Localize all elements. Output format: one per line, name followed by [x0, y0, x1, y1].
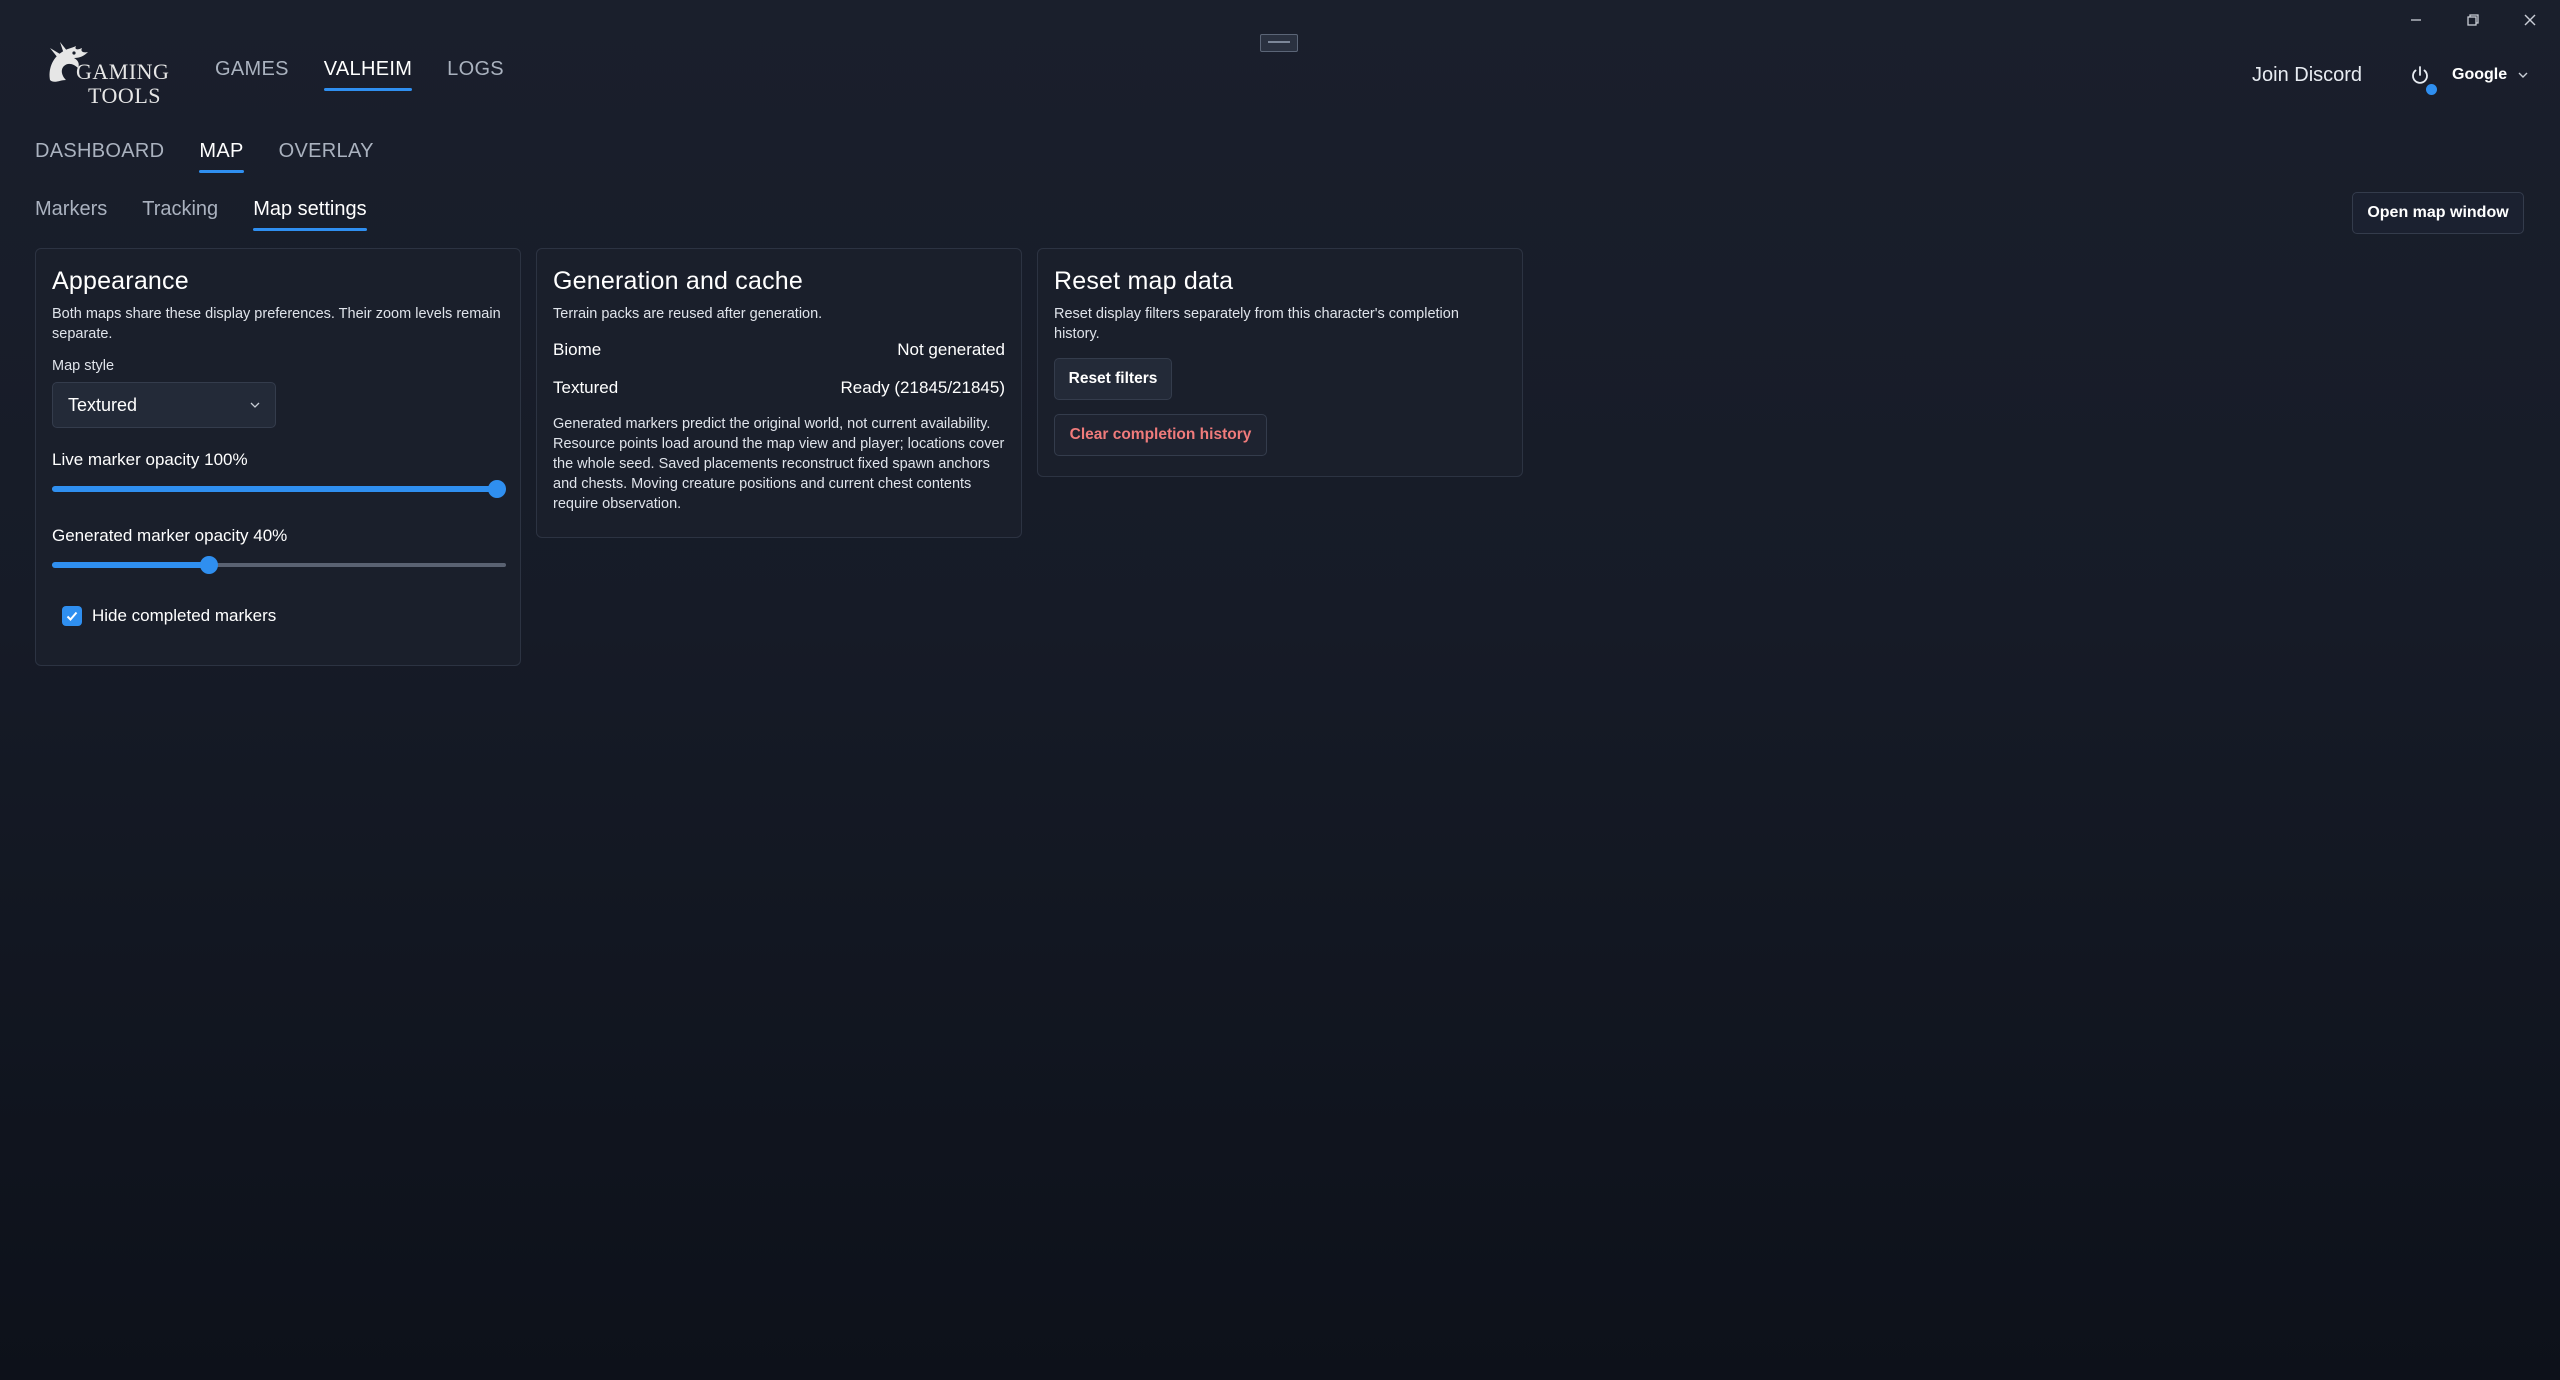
- account-menu[interactable]: Google: [2452, 66, 2529, 84]
- map-style-value: Textured: [68, 394, 138, 415]
- textured-key: Textured: [553, 378, 619, 397]
- tab-map-settings[interactable]: Map settings: [253, 198, 367, 231]
- nav-logs[interactable]: LOGS: [447, 58, 504, 91]
- reset-filters-button[interactable]: Reset filters: [1054, 358, 1172, 400]
- window-drag-handle[interactable]: [1260, 34, 1298, 52]
- map-tabs: Markers Tracking Map settings: [35, 198, 367, 231]
- generated-opacity-slider[interactable]: [52, 554, 506, 576]
- biome-key: Biome: [553, 340, 602, 359]
- tab-tracking[interactable]: Tracking: [142, 198, 218, 231]
- open-map-window-button[interactable]: Open map window: [2352, 192, 2524, 234]
- reset-description: Reset display filters separately from th…: [1054, 306, 1459, 342]
- nav-games[interactable]: GAMES: [215, 58, 289, 91]
- generation-note: Generated markers predict the original w…: [553, 416, 1005, 512]
- reset-card: Reset map data Reset display filters sep…: [1037, 248, 1523, 477]
- live-opacity-label: Live marker opacity 100%: [52, 450, 248, 469]
- hide-completed-checkbox[interactable]: [62, 606, 82, 626]
- slider-thumb[interactable]: [200, 556, 218, 574]
- slider-fill: [52, 486, 497, 492]
- chevron-down-icon: [250, 402, 260, 408]
- restore-icon: [2467, 14, 2479, 26]
- clear-completion-history-button[interactable]: Clear completion history: [1054, 414, 1267, 456]
- biome-row: Biome Not generated: [553, 340, 1005, 360]
- generation-card: Generation and cache Terrain packs are r…: [536, 248, 1022, 538]
- chevron-down-icon: [2518, 72, 2528, 78]
- nav-dashboard[interactable]: DASHBOARD: [35, 140, 164, 173]
- account-name: Google: [2452, 66, 2508, 83]
- logo-text: GAMING TOOLS: [76, 59, 170, 108]
- appearance-card: Appearance Both maps share these display…: [35, 248, 521, 666]
- appearance-title: Appearance: [52, 267, 189, 295]
- hide-completed-toggle[interactable]: Hide completed markers: [62, 606, 504, 626]
- map-style-label: Map style: [52, 358, 115, 374]
- close-button[interactable]: [2510, 8, 2550, 32]
- nav-overlay[interactable]: OVERLAY: [279, 140, 374, 173]
- slider-thumb[interactable]: [488, 480, 506, 498]
- close-icon: [2524, 14, 2536, 26]
- hide-completed-label: Hide completed markers: [92, 606, 277, 625]
- live-opacity-slider[interactable]: [52, 478, 506, 500]
- generation-description: Terrain packs are reused after generatio…: [553, 306, 823, 322]
- restore-button[interactable]: [2453, 8, 2493, 32]
- app-logo: GAMING TOOLS: [44, 40, 169, 110]
- textured-row: Textured Ready (21845/21845): [553, 378, 1005, 398]
- minimize-icon: [2411, 19, 2421, 21]
- section-nav: DASHBOARD MAP OVERLAY: [35, 140, 374, 173]
- checkmark-icon: [66, 611, 78, 621]
- top-nav: GAMES VALHEIM LOGS: [215, 58, 504, 91]
- minimize-button[interactable]: [2396, 8, 2436, 32]
- textured-value: Ready (21845/21845): [840, 378, 1005, 397]
- reset-title: Reset map data: [1054, 267, 1234, 295]
- nav-valheim[interactable]: VALHEIM: [323, 58, 413, 91]
- tab-markers[interactable]: Markers: [35, 198, 107, 231]
- slider-fill: [52, 562, 209, 568]
- biome-value: Not generated: [897, 340, 1005, 359]
- join-discord-link[interactable]: Join Discord: [2252, 64, 2362, 87]
- nav-map[interactable]: MAP: [199, 140, 244, 173]
- map-style-select[interactable]: Textured: [52, 382, 276, 428]
- appearance-description: Both maps share these display preference…: [52, 306, 501, 342]
- generation-title: Generation and cache: [553, 267, 804, 295]
- status-dot: [2426, 84, 2437, 95]
- power-button[interactable]: [2406, 62, 2438, 95]
- generated-opacity-label: Generated marker opacity 40%: [52, 526, 288, 545]
